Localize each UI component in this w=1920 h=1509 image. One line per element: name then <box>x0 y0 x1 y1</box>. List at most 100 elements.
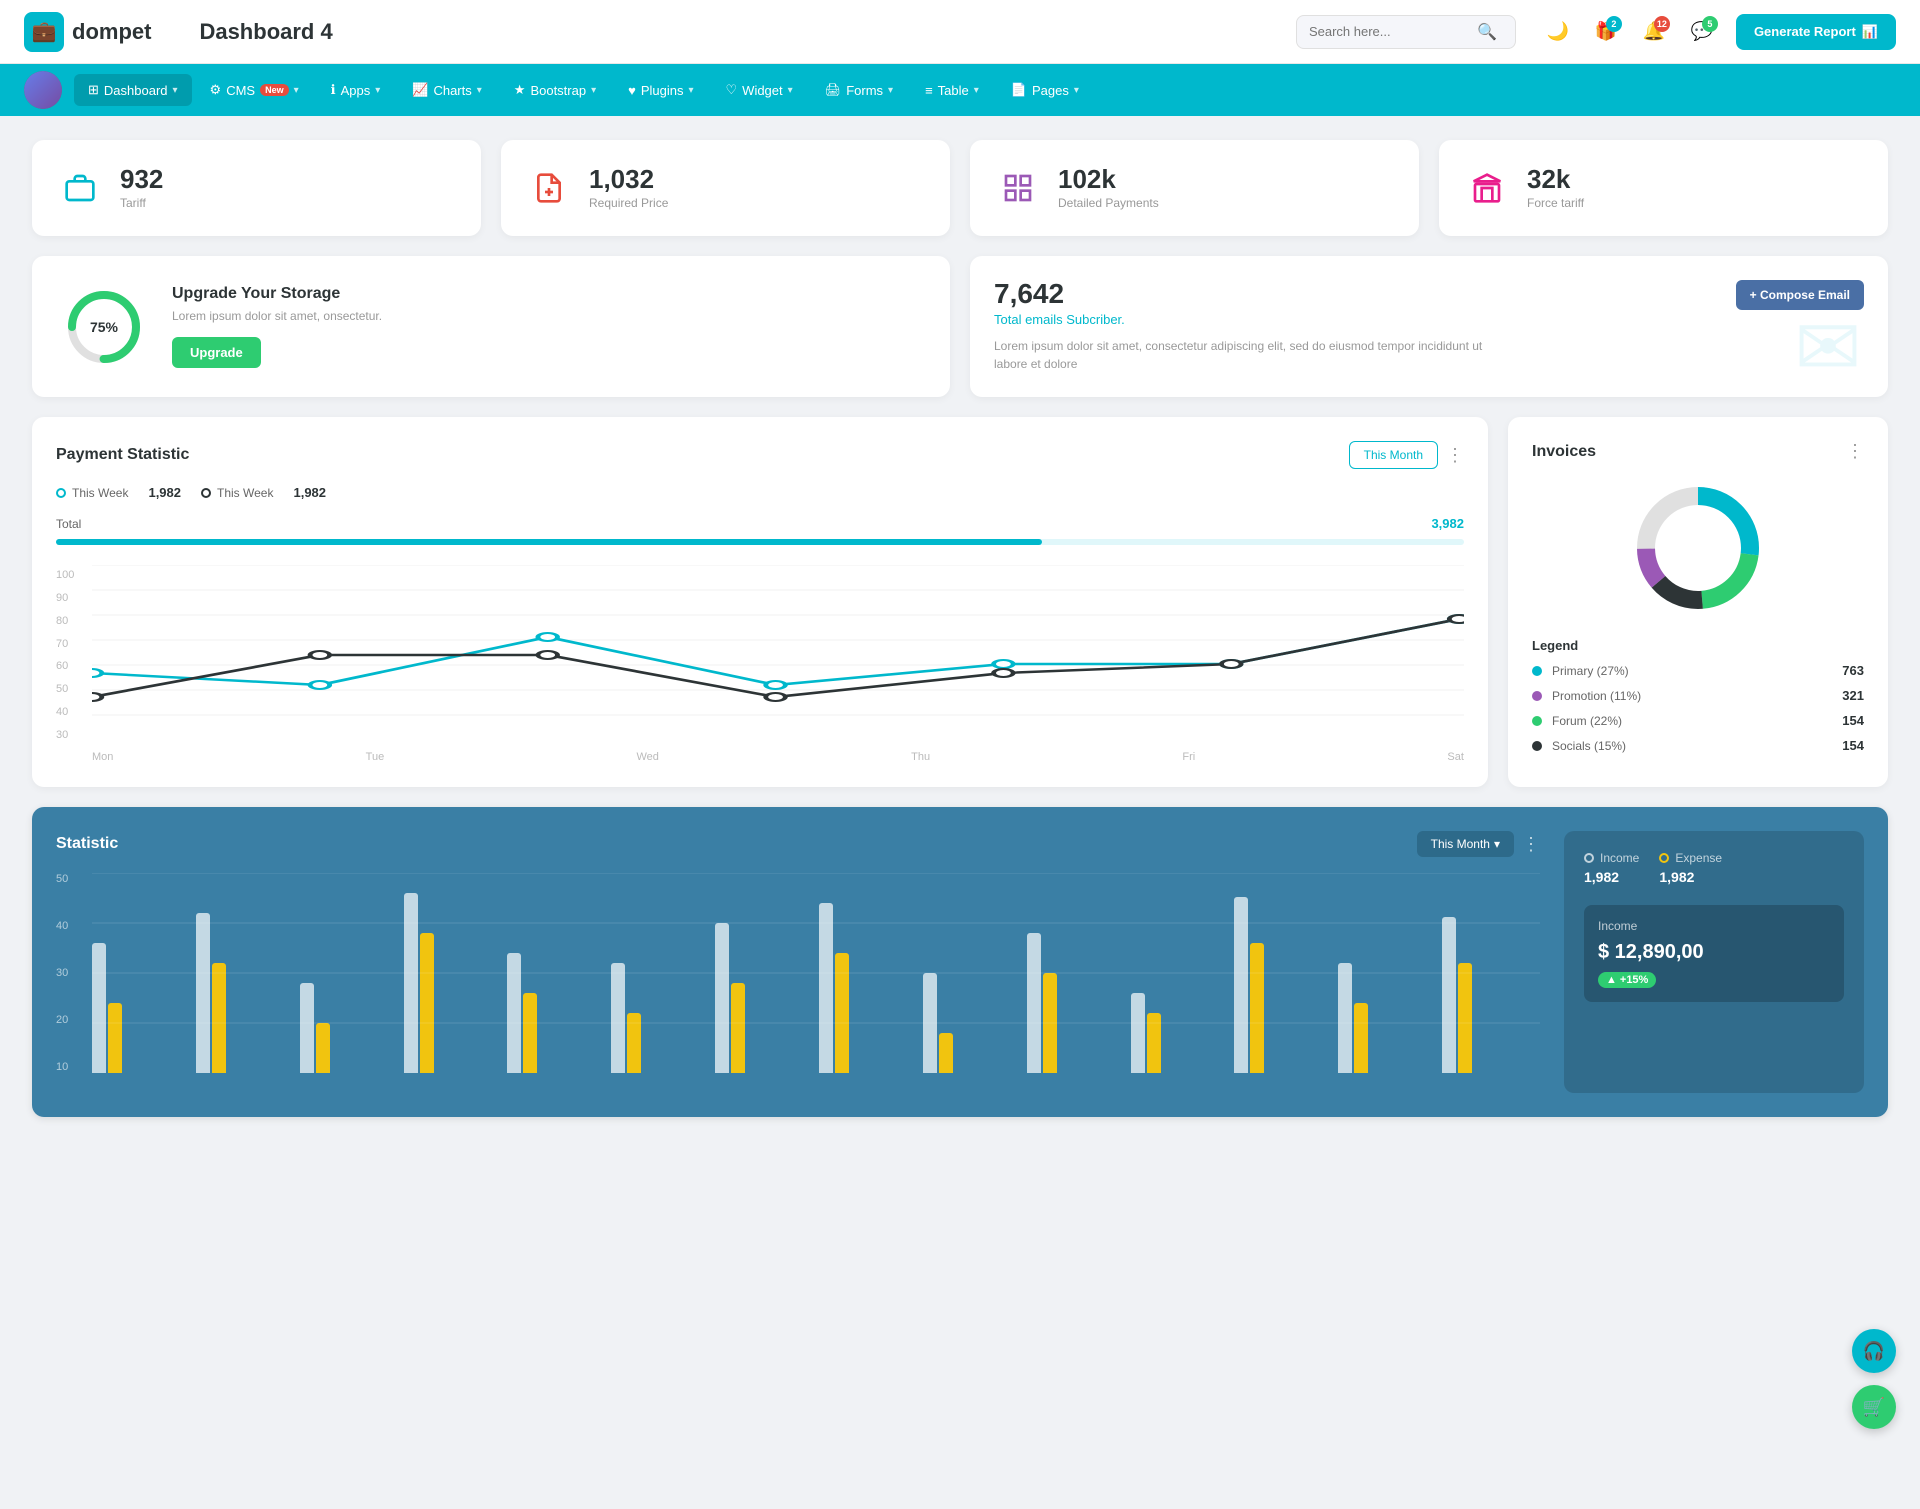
nav-item-forms[interactable]: 🖨 Forms ▾ <box>811 74 907 106</box>
bell-icon-btn[interactable]: 🔔 12 <box>1636 14 1672 50</box>
chevron-down-icon-widget: ▾ <box>788 85 793 96</box>
invoices-header: Invoices ⋮ <box>1532 441 1864 462</box>
payment-card: Payment Statistic This Month ⋮ This Week… <box>32 417 1488 787</box>
total-label: Total <box>56 517 81 531</box>
expense-legend-label: Expense <box>1675 851 1722 865</box>
stat-y-axis: 50 40 30 20 10 <box>56 873 68 1073</box>
expense-legend-value: 1,982 <box>1659 869 1722 885</box>
socials-label: Socials (15%) <box>1552 739 1626 753</box>
y-axis: 100 90 80 70 60 50 40 30 <box>56 565 92 745</box>
primary-label: Primary (27%) <box>1552 664 1629 678</box>
logo-area: 💼 dompet <box>24 12 151 52</box>
chat-icon-btn[interactable]: 💬 5 <box>1684 14 1720 50</box>
socials-value: 154 <box>1842 738 1864 753</box>
bar-chart-container: 50 40 30 20 10 <box>56 873 1540 1093</box>
payment-progress-bar <box>56 539 1464 545</box>
nav-item-pages[interactable]: 📄 Pages ▾ <box>997 74 1093 106</box>
chevron-down-icon-charts: ▾ <box>477 85 482 96</box>
stat-info-tariff: 932 Tariff <box>120 166 163 210</box>
gift-icon-btn[interactable]: 🎁 2 <box>1588 14 1624 50</box>
navbar: ⊞ Dashboard ▾ ⚙ CMS New ▾ ℹ Apps ▾ 📈 Cha… <box>0 64 1920 116</box>
expense-legend-dot <box>1659 853 1669 863</box>
stat-card-detailed-payments: 102k Detailed Payments <box>970 140 1419 236</box>
teal-dot-icon <box>56 488 66 498</box>
nav-item-bootstrap[interactable]: ★ Bootstrap ▾ <box>500 74 610 106</box>
star-icon: ★ <box>514 82 526 98</box>
nav-item-cms[interactable]: ⚙ CMS New ▾ <box>196 74 313 106</box>
stat-more-options-button[interactable]: ⋮ <box>1522 834 1540 855</box>
print-icon: 🖨 <box>825 82 842 98</box>
nav-label-forms: Forms <box>846 83 883 98</box>
header: 💼 dompet Dashboard 4 🔍 🌙 🎁 2 🔔 12 💬 5 Ge… <box>0 0 1920 64</box>
statistic-card: Statistic This Month ▾ ⋮ 50 40 30 20 10 <box>32 807 1888 1117</box>
gear-icon: ⚙ <box>210 82 222 98</box>
income-legend-label: Income <box>1600 851 1639 865</box>
payment-header: Payment Statistic This Month ⋮ <box>56 441 1464 469</box>
stat-title: Statistic <box>56 835 118 853</box>
stat-month-button[interactable]: This Month ▾ <box>1417 831 1514 857</box>
stat-card-tariff: 932 Tariff <box>32 140 481 236</box>
chevron-down-icon-stat: ▾ <box>1494 837 1500 851</box>
nav-item-dashboard[interactable]: ⊞ Dashboard ▾ <box>74 74 192 106</box>
gift-badge: 2 <box>1606 16 1622 32</box>
invoices-more-options-button[interactable]: ⋮ <box>1846 441 1864 462</box>
email-envelope-icon: ✉ <box>1794 301 1861 394</box>
info-icon: ℹ <box>331 82 336 98</box>
chevron-down-icon-plugins: ▾ <box>688 85 693 96</box>
income-legend-dot <box>1584 853 1594 863</box>
income-panel-label: Income <box>1598 919 1830 933</box>
nav-label-cms: CMS <box>226 83 255 98</box>
chart-bar-icon: 📈 <box>412 82 428 98</box>
socials-color-dot <box>1532 741 1542 751</box>
generate-report-label: Generate Report <box>1754 24 1856 39</box>
generate-report-button[interactable]: Generate Report 📊 <box>1736 14 1896 50</box>
headset-icon: 🎧 <box>1863 1341 1885 1362</box>
float-support-button[interactable]: 🎧 <box>1852 1329 1896 1373</box>
grid-icon <box>994 164 1042 212</box>
legend1-label: This Week <box>72 486 128 500</box>
forum-color-dot <box>1532 716 1542 726</box>
dashboard-icon: ⊞ <box>88 82 99 98</box>
stat-card-force-tariff: 32k Force tariff <box>1439 140 1888 236</box>
search-bar[interactable]: 🔍 <box>1296 15 1516 49</box>
primary-color-dot <box>1532 666 1542 676</box>
forum-value: 154 <box>1842 713 1864 728</box>
legend2-value: 1,982 <box>293 485 326 500</box>
legend1-value: 1,982 <box>148 485 181 500</box>
nav-item-apps[interactable]: ℹ Apps ▾ <box>317 74 395 106</box>
payment-more-options-button[interactable]: ⋮ <box>1446 445 1464 466</box>
stat-month-label: This Month <box>1431 837 1490 851</box>
stat-info-detailed-payments: 102k Detailed Payments <box>1058 166 1159 210</box>
email-count: 7,642 <box>994 280 1125 308</box>
chevron-down-icon-forms: ▾ <box>888 85 893 96</box>
briefcase-icon <box>56 164 104 212</box>
up-arrow-icon: ▲ <box>1606 974 1617 986</box>
float-cart-button[interactable]: 🛒 <box>1852 1385 1896 1429</box>
nav-item-table[interactable]: ≡ Table ▾ <box>911 75 993 106</box>
donut-chart <box>1532 478 1864 618</box>
nav-item-plugins[interactable]: ♥ Plugins ▾ <box>614 75 707 106</box>
legend-row-promotion: Promotion (11%) 321 <box>1532 688 1864 703</box>
legend-row-primary: Primary (27%) 763 <box>1532 663 1864 678</box>
nav-avatar <box>24 71 62 109</box>
chevron-down-icon: ▾ <box>173 85 178 96</box>
search-input[interactable] <box>1309 24 1469 39</box>
logo-text: dompet <box>72 19 151 45</box>
income-panel: Income $ 12,890,00 ▲ +15% <box>1584 905 1844 1002</box>
storage-circle: 75% <box>64 287 144 367</box>
legend-this-week-1: This Week <box>56 485 128 500</box>
nav-item-widget[interactable]: ♡ Widget ▾ <box>712 74 807 106</box>
this-month-button[interactable]: This Month <box>1349 441 1438 469</box>
x-axis: Mon Tue Wed Thu Fri Sat <box>92 751 1464 763</box>
upgrade-button[interactable]: Upgrade <box>172 337 261 368</box>
legend-row-socials: Socials (15%) 154 <box>1532 738 1864 753</box>
invoices-card: Invoices ⋮ Legend <box>1508 417 1888 787</box>
storage-description: Lorem ipsum dolor sit amet, onsectetur. <box>172 309 382 323</box>
moon-icon-btn[interactable]: 🌙 <box>1540 14 1576 50</box>
email-subtitle: Total emails Subcriber. <box>994 312 1125 327</box>
nav-item-charts[interactable]: 📈 Charts ▾ <box>398 74 496 106</box>
income-panel-value: $ 12,890,00 <box>1598 941 1830 964</box>
heart-icon: ♥ <box>628 83 636 98</box>
expense-legend: Expense 1,982 <box>1659 851 1722 885</box>
nav-label-pages: Pages <box>1032 83 1069 98</box>
